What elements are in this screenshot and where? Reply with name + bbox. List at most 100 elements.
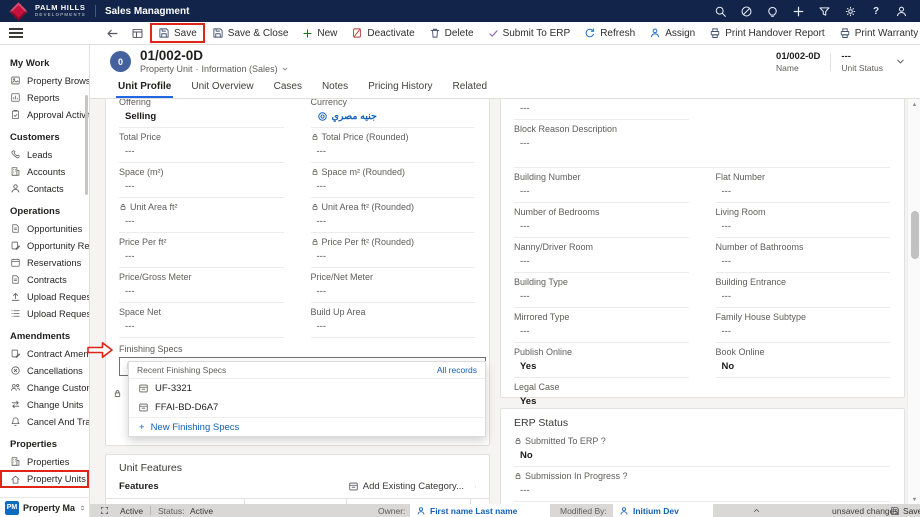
field-value-block-reason[interactable]: ---	[514, 134, 890, 168]
submit-to-erp-button[interactable]: Submit To ERP	[481, 22, 578, 44]
tab-unit-overview[interactable]: Unit Overview	[181, 78, 263, 99]
lookup-result-ffai-bd-d6a7[interactable]: FFAI-BD-D6A7	[129, 398, 485, 417]
help-icon[interactable]: ?	[870, 6, 882, 17]
sidebar-item-contacts[interactable]: Contacts	[0, 180, 89, 197]
field-value[interactable]: ---	[311, 317, 476, 338]
filter-icon[interactable]	[818, 5, 831, 18]
form-selector[interactable]: Information (Sales)	[202, 64, 278, 74]
field-value[interactable]: ---	[716, 182, 891, 203]
save-button[interactable]: Save	[150, 23, 205, 43]
hamburger-menu-icon[interactable]	[9, 26, 23, 40]
sidebar-item-property-browser[interactable]: Property Browser	[0, 72, 89, 89]
scrollbar-thumb[interactable]	[911, 211, 919, 259]
field-label: Offering	[119, 99, 151, 107]
all-records-link[interactable]: All records	[437, 365, 477, 375]
sidebar-item-opportunity-requests[interactable]: Opportunity Requ...	[0, 237, 89, 254]
circle-slash-icon[interactable]	[740, 5, 753, 18]
field-value[interactable]: ---	[514, 252, 689, 273]
owner-field[interactable]: First name Last name	[410, 504, 550, 517]
assign-button[interactable]: Assign	[642, 22, 702, 44]
field-value-partial[interactable]: ---	[514, 99, 689, 120]
new-finishing-specs-button[interactable]: + New Finishing Specs	[129, 417, 485, 436]
field-value[interactable]: ---	[716, 322, 891, 343]
field-value[interactable]: ---	[716, 252, 891, 273]
lookup-result-uf-3321[interactable]: UF-3321	[129, 379, 485, 398]
area-switcher[interactable]: PM Property Manage...	[0, 497, 90, 517]
expand-icon[interactable]	[100, 506, 109, 515]
account-person-icon[interactable]	[895, 5, 908, 18]
brand-line1: PALM HILLS	[35, 4, 86, 12]
sidebar-item-contract-amendments[interactable]: Contract Amendm...	[0, 345, 89, 362]
owner-link[interactable]: First name Last name	[430, 506, 517, 516]
field-value[interactable]: ---	[119, 247, 284, 268]
tab-cases[interactable]: Cases	[264, 78, 312, 99]
modified-by-field[interactable]: Initium Dev	[613, 504, 713, 517]
print-handover-report-button[interactable]: Print Handover Report	[702, 22, 832, 44]
main-scrollbar[interactable]: ▲ ▼	[907, 99, 920, 505]
sidebar-item-upload-requests[interactable]: Upload Requests	[0, 288, 89, 305]
field-value[interactable]: ---	[514, 182, 689, 203]
palm-hills-logo-icon	[9, 2, 27, 20]
tab-related[interactable]: Related	[443, 78, 497, 99]
collapse-caret-icon[interactable]	[752, 506, 761, 515]
back-button[interactable]	[100, 22, 125, 44]
sidebar-item-cancel-and-transfer[interactable]: Cancel And Transf...	[0, 413, 89, 430]
currency-link[interactable]: جنيه مصري	[332, 111, 377, 122]
field-value[interactable]: ---	[119, 142, 284, 163]
sidebar-item-accounts[interactable]: Accounts	[0, 163, 89, 180]
tab-pricing-history[interactable]: Pricing History	[358, 78, 442, 99]
sidebar-item-property-units[interactable]: Property Units	[0, 470, 89, 488]
recent-header: Recent Finishing Specs	[137, 365, 226, 375]
brand-logo[interactable]: PALM HILLS DEVELOPMENTS	[35, 4, 86, 17]
field-value[interactable]: ---	[119, 317, 284, 338]
sidebar-item-reservations[interactable]: Reservations	[0, 254, 89, 271]
more-vertical-icon[interactable]	[470, 481, 481, 492]
lightbulb-icon[interactable]	[766, 5, 779, 18]
delete-button[interactable]: Delete	[422, 22, 481, 44]
sidebar-item-opportunities[interactable]: Opportunities	[0, 220, 89, 237]
sidebar-item-change-units[interactable]: Change Units	[0, 396, 89, 413]
field-value[interactable]: ---	[311, 282, 476, 303]
search-icon[interactable]	[714, 5, 727, 18]
record-set-button[interactable]	[125, 22, 150, 44]
sidebar-item-reports[interactable]: Reports	[0, 89, 89, 106]
print-warranty-report-button[interactable]: Print Warranty Report	[832, 22, 920, 44]
field-value[interactable]: ---	[716, 217, 891, 238]
sidebar-item-approval-activities[interactable]: Approval Activities	[0, 106, 89, 123]
field-value[interactable]: ---	[119, 177, 284, 198]
header-expand-chevron-icon[interactable]	[895, 56, 906, 67]
field-value-currency[interactable]: جنيه مصري	[311, 107, 476, 128]
sidebar-item-contracts[interactable]: Contracts	[0, 271, 89, 288]
refresh-button[interactable]: Refresh	[577, 22, 642, 44]
new-label: New	[317, 28, 337, 39]
field-label: Legal Case	[514, 382, 560, 392]
gear-icon[interactable]	[844, 5, 857, 18]
field-value-offering[interactable]: Selling	[119, 107, 284, 128]
add-existing-category-button[interactable]: Add Existing Category...	[348, 481, 464, 492]
sidebar-item-cancellations[interactable]: Cancellations	[0, 362, 89, 379]
field-value-book-online[interactable]: No	[716, 357, 891, 378]
field-value[interactable]: ---	[716, 287, 891, 308]
sidebar-item-leads[interactable]: Leads	[0, 146, 89, 163]
modified-by-link[interactable]: Initium Dev	[633, 506, 679, 516]
header-field-name: 01/002-0D Name	[776, 51, 820, 73]
scroll-up-arrow[interactable]: ▲	[908, 99, 920, 110]
field-value[interactable]: ---	[119, 282, 284, 303]
quick-create-plus-icon[interactable]	[792, 5, 805, 18]
sidebar-scrollbar[interactable]	[85, 95, 88, 195]
sidebar-item-upload-request-templates[interactable]: Upload Request T...	[0, 305, 89, 322]
edit-document-icon	[10, 348, 21, 359]
sidebar-item-properties[interactable]: Properties	[0, 453, 89, 470]
deactivate-button[interactable]: Deactivate	[344, 22, 421, 44]
chevron-down-icon[interactable]	[281, 65, 289, 73]
field-value[interactable]: ---	[514, 322, 689, 343]
new-button[interactable]: New	[295, 22, 344, 44]
sidebar-item-change-customers[interactable]: Change Customers	[0, 379, 89, 396]
tab-unit-profile[interactable]: Unit Profile	[108, 78, 181, 99]
tab-notes[interactable]: Notes	[312, 78, 358, 99]
field-value-publish-online[interactable]: Yes	[514, 357, 689, 378]
footer-save-button[interactable]: Save	[890, 504, 920, 517]
field-value[interactable]: ---	[514, 217, 689, 238]
field-value[interactable]: ---	[514, 287, 689, 308]
save-and-close-button[interactable]: Save & Close	[205, 22, 296, 44]
